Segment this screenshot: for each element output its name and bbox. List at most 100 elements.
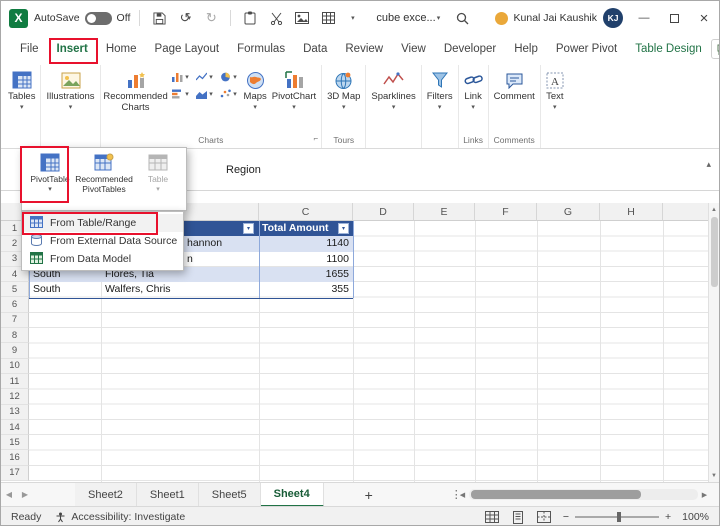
minimize-button[interactable]: —	[629, 1, 659, 35]
row-header[interactable]: 10	[1, 359, 29, 374]
bar-chart-button[interactable]: ▾	[169, 85, 193, 102]
column-chart-button[interactable]: ▾	[169, 68, 193, 85]
sheet-nav-left-icon[interactable]: ◀	[1, 490, 17, 499]
cell-amount[interactable]: 355	[259, 282, 353, 297]
row-header[interactable]: 13	[1, 405, 29, 420]
column-header-f[interactable]: F	[475, 203, 537, 221]
row-header[interactable]: 16	[1, 450, 29, 465]
area-chart-button[interactable]: ▾	[193, 85, 217, 102]
tab-file[interactable]: File	[11, 38, 48, 60]
row-header[interactable]: 9	[1, 343, 29, 358]
picture-button[interactable]	[292, 7, 312, 29]
table-button[interactable]: Table ▾	[131, 149, 185, 209]
sheet-tab-sheet2[interactable]: Sheet2	[75, 483, 137, 507]
autosave-toggle[interactable]: AutoSave Off	[34, 12, 130, 25]
zoom-track[interactable]	[575, 516, 659, 518]
horizontal-scroll-thumb[interactable]	[471, 490, 641, 499]
page-break-view-button[interactable]	[537, 511, 552, 524]
column-header-g[interactable]: G	[537, 203, 600, 221]
close-button[interactable]: ×	[689, 1, 719, 35]
recommended-pivottables-button[interactable]: Recommended PivotTables	[77, 149, 131, 209]
tab-help[interactable]: Help	[505, 38, 547, 60]
cell-amount[interactable]: 1100	[259, 252, 353, 267]
tab-view[interactable]: View	[392, 38, 435, 60]
horizontal-scroll-track[interactable]	[469, 489, 698, 500]
scroll-right-icon[interactable]: ▶	[698, 491, 711, 499]
tab-review[interactable]: Review	[336, 38, 392, 60]
row-header[interactable]: 17	[1, 466, 29, 481]
cut-button[interactable]	[266, 7, 286, 29]
page-layout-view-button[interactable]	[511, 511, 526, 524]
row-header[interactable]: 14	[1, 420, 29, 435]
zoom-out-icon[interactable]: −	[563, 511, 569, 523]
row-header[interactable]: 5	[1, 282, 29, 297]
filter-dropdown-icon[interactable]: ▾	[338, 223, 349, 234]
autosave-switch-icon[interactable]	[85, 12, 112, 25]
menu-item-from-table-range[interactable]: From Table/Range	[22, 214, 183, 232]
sheet-tab-sheet5[interactable]: Sheet5	[199, 483, 261, 507]
row-header[interactable]: 6	[1, 297, 29, 312]
zoom-level[interactable]: 100%	[682, 511, 709, 523]
table-row[interactable]: South Walfers, Chris 355	[29, 282, 353, 297]
column-header-h[interactable]: H	[600, 203, 663, 221]
zoom-slider[interactable]: − +	[563, 511, 671, 523]
redo-button[interactable]: ↻	[201, 7, 221, 29]
cell-name[interactable]: Walfers, Chris	[101, 282, 259, 297]
customize-qat-button[interactable]: ▾	[344, 7, 364, 29]
row-header[interactable]: 7	[1, 313, 29, 328]
normal-view-button[interactable]	[485, 511, 500, 524]
row-header[interactable]: 15	[1, 435, 29, 450]
tab-data[interactable]: Data	[294, 38, 336, 60]
scroll-up-icon[interactable]: ▲	[709, 203, 719, 216]
tab-insert[interactable]: Insert	[48, 38, 97, 60]
tab-page-layout[interactable]: Page Layout	[146, 38, 229, 60]
scroll-down-icon[interactable]: ▼	[709, 469, 719, 482]
cell-amount[interactable]: 1140	[259, 236, 353, 251]
zoom-knob[interactable]	[617, 512, 621, 522]
sheet-tab-sheet4[interactable]: Sheet4	[261, 483, 324, 507]
tab-developer[interactable]: Developer	[435, 38, 505, 60]
text-button[interactable]: A Text ▾	[544, 66, 566, 113]
comment-button[interactable]: Comment	[492, 66, 537, 104]
horizontal-scrollbar[interactable]: ◀ ▶	[456, 488, 711, 501]
sparklines-button[interactable]: Sparklines ▾	[369, 66, 417, 113]
clipboard-button[interactable]	[240, 7, 260, 29]
pivottable-button[interactable]: PivotTable ▾	[23, 149, 77, 209]
scroll-left-icon[interactable]: ◀	[456, 491, 469, 499]
sheet-nav-right-icon[interactable]: ▶	[17, 490, 33, 499]
map-3d-button[interactable]: 3D Map ▾	[325, 66, 362, 113]
zoom-in-icon[interactable]: +	[665, 511, 671, 523]
maps-button[interactable]: Maps ▾	[242, 66, 269, 113]
avatar[interactable]: KJ	[603, 8, 623, 28]
new-sheet-button[interactable]: +	[359, 487, 379, 503]
row-header[interactable]: 8	[1, 328, 29, 343]
account-area[interactable]: Kunal Jai Kaushik KJ	[495, 8, 623, 28]
accessibility-status[interactable]: Accessibility: Investigate	[55, 511, 185, 523]
column-header-e[interactable]: E	[414, 203, 475, 221]
filters-button[interactable]: Filters ▾	[425, 66, 455, 113]
row-header[interactable]: 11	[1, 374, 29, 389]
cell-region[interactable]: South	[29, 282, 101, 297]
recommended-charts-button[interactable]: Recommended Charts	[104, 66, 168, 115]
filter-dropdown-icon[interactable]: ▾	[243, 223, 254, 234]
vertical-scrollbar[interactable]: ▲ ▼	[708, 203, 719, 482]
scatter-chart-button[interactable]: ▾	[217, 85, 241, 102]
sheet-tab-sheet1[interactable]: Sheet1	[137, 483, 199, 507]
menu-item-from-external-source[interactable]: From External Data Source	[22, 232, 183, 250]
pivotchart-button[interactable]: PivotChart ▾	[270, 66, 318, 113]
table-quick-button[interactable]	[318, 7, 338, 29]
charts-dialog-launcher[interactable]: ⌐	[313, 132, 318, 145]
link-button[interactable]: Link ▾	[462, 66, 485, 113]
pie-chart-button[interactable]: ▾	[217, 68, 241, 85]
column-header-d[interactable]: D	[353, 203, 414, 221]
formula-bar-collapse-icon[interactable]: ▴	[706, 159, 711, 170]
column-header-partial[interactable]	[663, 203, 711, 221]
file-name[interactable]: cube exce... ▾	[370, 12, 446, 24]
maximize-button[interactable]	[659, 1, 689, 35]
search-button[interactable]	[452, 7, 472, 29]
tab-home[interactable]: Home	[97, 38, 146, 60]
save-button[interactable]	[149, 7, 169, 29]
comments-toggle-button[interactable]	[711, 39, 720, 59]
table-header-amount[interactable]: Total Amount	[262, 221, 329, 236]
undo-button[interactable]: ↺▾	[175, 7, 195, 29]
